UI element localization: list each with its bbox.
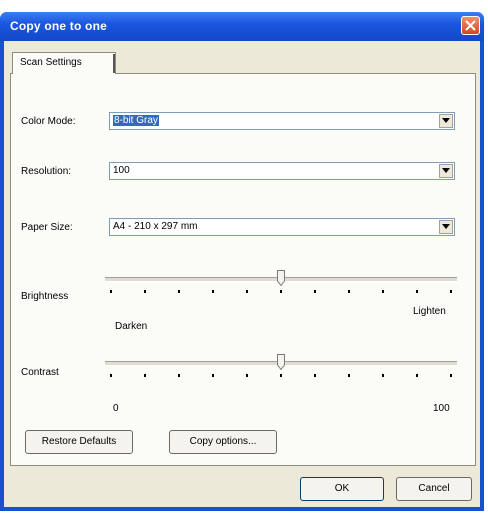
cancel-button[interactable]: Cancel <box>396 477 472 501</box>
dialog-window: Copy one to one Scan Settings Color Mode… <box>0 12 484 511</box>
chevron-down-icon <box>442 168 450 173</box>
slider-tick <box>280 290 282 293</box>
contrast-slider-thumb[interactable] <box>277 354 285 370</box>
slider-tick <box>348 374 350 377</box>
slider-tick <box>450 374 452 377</box>
brightness-max-label: Lighten <box>413 306 446 317</box>
color-mode-value: 8-bit Gray <box>113 115 159 126</box>
slider-tick <box>178 290 180 293</box>
brightness-label: Brightness <box>21 291 69 302</box>
brightness-slider[interactable] <box>105 270 457 300</box>
paper-size-label: Paper Size: <box>21 222 73 233</box>
slider-tick <box>314 290 316 293</box>
scan-settings-panel: Color Mode: 8-bit Gray Resolution: 100 P… <box>10 73 476 466</box>
restore-defaults-button[interactable]: Restore Defaults <box>25 430 133 454</box>
slider-tick <box>280 374 282 377</box>
tab-label: Scan Settings <box>20 57 82 68</box>
resolution-label: Resolution: <box>21 166 72 177</box>
slider-tick <box>110 374 112 377</box>
contrast-min-label: 0 <box>113 403 119 414</box>
slider-tick <box>416 290 418 293</box>
slider-tick <box>246 374 248 377</box>
contrast-max-label: 100 <box>433 403 450 414</box>
color-mode-dropdown-button[interactable] <box>439 114 453 128</box>
slider-tick <box>348 290 350 293</box>
slider-tick <box>212 290 214 293</box>
tab-divider <box>113 54 115 73</box>
close-icon <box>465 20 476 31</box>
copy-options-button[interactable]: Copy options... <box>169 430 277 454</box>
title-bar[interactable]: Copy one to one <box>0 12 484 41</box>
slider-tick <box>178 374 180 377</box>
paper-size-dropdown-button[interactable] <box>439 220 453 234</box>
tab-scan-settings[interactable]: Scan Settings <box>12 52 116 74</box>
slider-tick <box>144 374 146 377</box>
chevron-down-icon <box>442 118 450 123</box>
chevron-down-icon <box>442 224 450 229</box>
slider-tick <box>110 290 112 293</box>
slider-tick <box>416 374 418 377</box>
resolution-value: 100 <box>113 165 130 176</box>
window-title: Copy one to one <box>10 19 107 33</box>
paper-size-select[interactable]: A4 - 210 x 297 mm <box>109 218 455 236</box>
slider-tick <box>382 290 384 293</box>
close-button[interactable] <box>461 16 480 35</box>
dialog-body: Scan Settings Color Mode: 8-bit Gray Res… <box>4 41 480 507</box>
brightness-slider-thumb[interactable] <box>277 270 285 286</box>
color-mode-select[interactable]: 8-bit Gray <box>109 112 455 130</box>
resolution-dropdown-button[interactable] <box>439 164 453 178</box>
slider-tick <box>246 290 248 293</box>
slider-tick <box>144 290 146 293</box>
brightness-min-label: Darken <box>115 321 148 332</box>
paper-size-value: A4 - 210 x 297 mm <box>113 221 198 232</box>
contrast-slider[interactable] <box>105 354 457 384</box>
slider-tick <box>382 374 384 377</box>
resolution-select[interactable]: 100 <box>109 162 455 180</box>
slider-tick <box>450 290 452 293</box>
slider-tick <box>212 374 214 377</box>
slider-tick <box>314 374 316 377</box>
contrast-label: Contrast <box>21 367 59 378</box>
color-mode-label: Color Mode: <box>21 116 76 127</box>
ok-button[interactable]: OK <box>300 477 384 501</box>
